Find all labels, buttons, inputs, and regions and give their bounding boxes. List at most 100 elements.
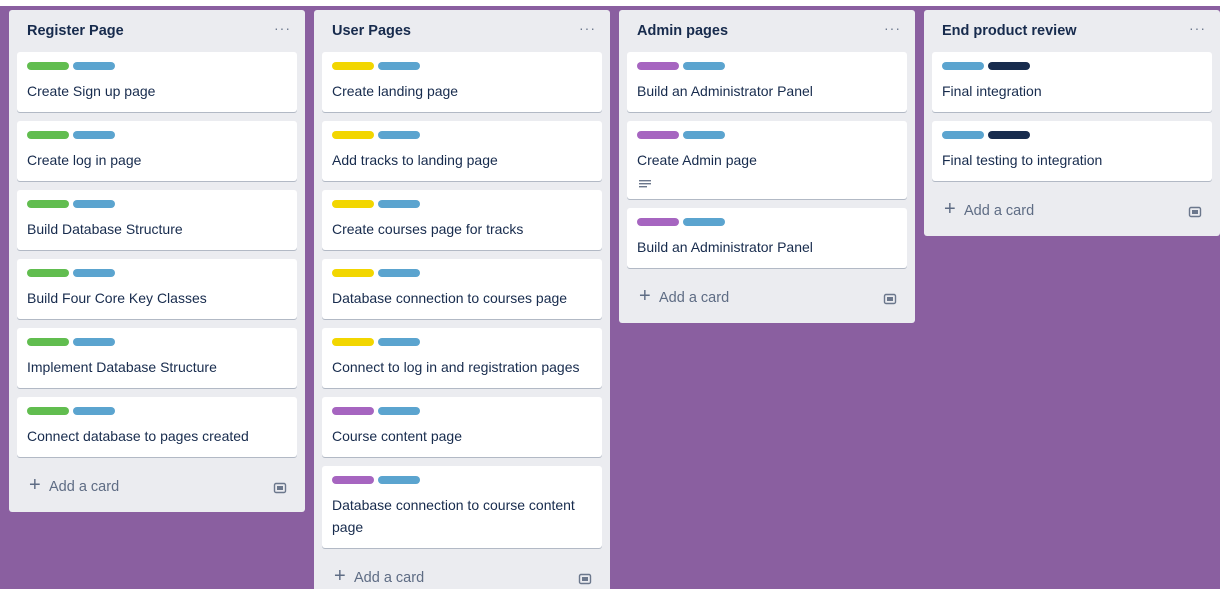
list-4: End product review ··· Final integration Fi…: [924, 10, 1220, 236]
card[interactable]: Database connection to courses page: [322, 259, 602, 319]
label-sky[interactable]: [378, 476, 420, 484]
label-sky[interactable]: [73, 407, 115, 415]
card[interactable]: Add tracks to landing page: [322, 121, 602, 181]
list-title[interactable]: Register Page: [27, 23, 124, 39]
add-card-label: Add a card: [49, 479, 120, 495]
label-sky[interactable]: [378, 200, 420, 208]
card-template-icon[interactable]: [1188, 205, 1202, 219]
card-title: Create landing page: [332, 83, 459, 99]
card-title: Create courses page for tracks: [332, 221, 524, 237]
card[interactable]: Build Database Structure: [17, 190, 297, 250]
description-icon: [639, 180, 651, 188]
label-green[interactable]: [27, 62, 69, 70]
add-card-label: Add a card: [964, 203, 1035, 219]
list-1: Register Page ··· Create Sign up page Creat…: [9, 10, 305, 512]
card[interactable]: Create log in page: [17, 121, 297, 181]
card[interactable]: Create Admin page: [627, 121, 907, 199]
card[interactable]: Final integration: [932, 52, 1212, 112]
list-menu-icon[interactable]: ···: [579, 20, 596, 36]
label-purple[interactable]: [637, 62, 679, 70]
label-green[interactable]: [27, 200, 69, 208]
card[interactable]: Connect to log in and registration pages: [322, 328, 602, 388]
card-labels: [332, 200, 592, 208]
card-labels: [332, 62, 592, 70]
card-labels: [637, 62, 897, 70]
label-sky[interactable]: [683, 218, 725, 226]
card-labels: [332, 338, 592, 346]
card[interactable]: Connect database to pages created: [17, 397, 297, 457]
plus-icon: +: [29, 474, 41, 496]
label-sky[interactable]: [378, 338, 420, 346]
card[interactable]: Database connection to course content pa…: [322, 466, 602, 548]
list-menu-icon[interactable]: ···: [1189, 20, 1206, 36]
list-menu-icon[interactable]: ···: [274, 20, 291, 36]
label-purple[interactable]: [332, 476, 374, 484]
card-labels: [332, 131, 592, 139]
label-sky[interactable]: [73, 338, 115, 346]
add-card-button[interactable]: + Add a card: [932, 190, 1212, 236]
card-title: Build Four Core Key Classes: [27, 290, 207, 306]
label-yellow[interactable]: [332, 200, 374, 208]
list-title[interactable]: End product review: [942, 23, 1077, 39]
card-labels: [637, 218, 897, 226]
card-template-icon[interactable]: [578, 572, 592, 586]
label-sky[interactable]: [683, 131, 725, 139]
label-purple[interactable]: [637, 218, 679, 226]
add-card-button[interactable]: + Add a card: [322, 557, 602, 589]
label-sky[interactable]: [73, 131, 115, 139]
label-navy[interactable]: [988, 62, 1030, 70]
add-card-button[interactable]: + Add a card: [17, 466, 297, 512]
card-title: Final testing to integration: [942, 152, 1103, 168]
card[interactable]: Implement Database Structure: [17, 328, 297, 388]
list-header[interactable]: Register Page ···: [17, 10, 297, 52]
list-menu-icon[interactable]: ···: [884, 20, 901, 36]
label-sky[interactable]: [378, 407, 420, 415]
label-navy[interactable]: [988, 131, 1030, 139]
label-purple[interactable]: [637, 131, 679, 139]
card-labels: [27, 62, 287, 70]
list-header[interactable]: User Pages ···: [322, 10, 602, 52]
label-sky[interactable]: [378, 62, 420, 70]
card-title: Database connection to course content pa…: [332, 497, 575, 535]
card[interactable]: Build Four Core Key Classes: [17, 259, 297, 319]
list-header[interactable]: End product review ···: [932, 10, 1212, 52]
card[interactable]: Final testing to integration: [932, 121, 1212, 181]
label-yellow[interactable]: [332, 131, 374, 139]
card[interactable]: Create courses page for tracks: [322, 190, 602, 250]
card[interactable]: Course content page: [322, 397, 602, 457]
card-labels: [332, 476, 592, 484]
card-title: Course content page: [332, 428, 462, 444]
list-title[interactable]: User Pages: [332, 23, 411, 39]
label-green[interactable]: [27, 407, 69, 415]
label-sky[interactable]: [73, 62, 115, 70]
card[interactable]: Create Sign up page: [17, 52, 297, 112]
label-yellow[interactable]: [332, 269, 374, 277]
card-labels: [332, 269, 592, 277]
card-title: Create Sign up page: [27, 83, 156, 99]
label-green[interactable]: [27, 338, 69, 346]
label-yellow[interactable]: [332, 338, 374, 346]
label-yellow[interactable]: [332, 62, 374, 70]
card[interactable]: Create landing page: [322, 52, 602, 112]
label-sky[interactable]: [378, 131, 420, 139]
label-sky[interactable]: [73, 200, 115, 208]
card-template-icon[interactable]: [883, 292, 897, 306]
label-green[interactable]: [27, 269, 69, 277]
label-sky[interactable]: [378, 269, 420, 277]
add-card-button[interactable]: + Add a card: [627, 277, 907, 323]
card[interactable]: Build an Administrator Panel: [627, 208, 907, 268]
card-template-icon[interactable]: [273, 481, 287, 495]
card-labels: [332, 407, 592, 415]
label-sky[interactable]: [942, 131, 984, 139]
list-header[interactable]: Admin pages ···: [627, 10, 907, 52]
list-title[interactable]: Admin pages: [637, 23, 728, 39]
board: Register Page ··· Create Sign up page Creat…: [0, 0, 1220, 589]
label-sky[interactable]: [683, 62, 725, 70]
card[interactable]: Build an Administrator Panel: [627, 52, 907, 112]
label-sky[interactable]: [73, 269, 115, 277]
list-2: User Pages ··· Create landing page Add trac…: [314, 10, 610, 589]
label-green[interactable]: [27, 131, 69, 139]
label-purple[interactable]: [332, 407, 374, 415]
card-title: Build an Administrator Panel: [637, 239, 813, 255]
label-sky[interactable]: [942, 62, 984, 70]
